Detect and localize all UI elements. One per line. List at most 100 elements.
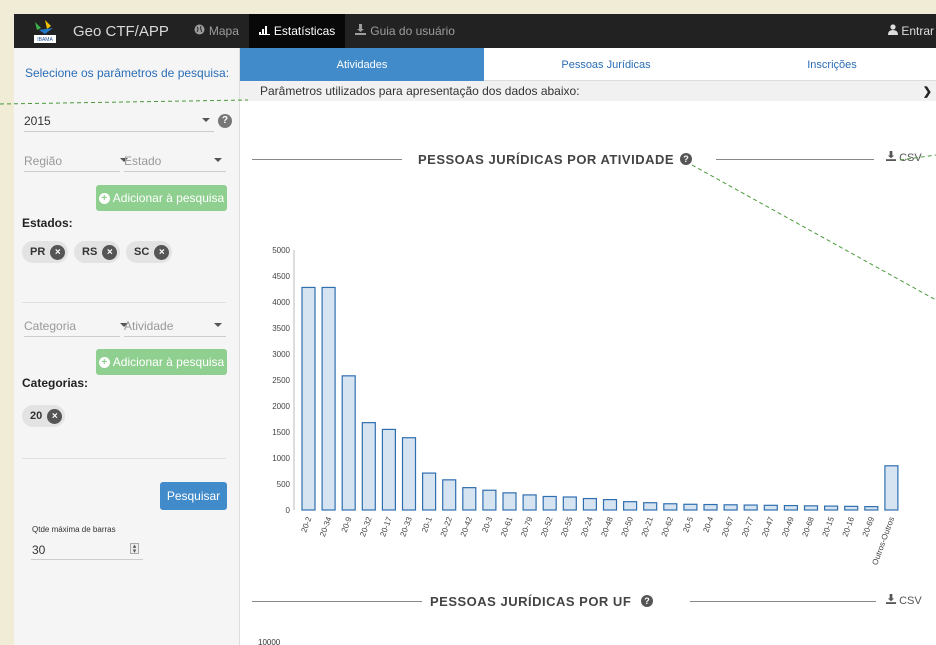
- bar[interactable]: [803, 505, 819, 511]
- help-icon[interactable]: ?: [680, 153, 692, 165]
- state-placeholder: Estado: [124, 153, 162, 168]
- nav-estatisticas-label: Estatísticas: [273, 24, 336, 38]
- activity-select[interactable]: Atividade: [124, 315, 226, 337]
- y-tick-label: 3000: [272, 350, 290, 359]
- activity-placeholder: Atividade: [124, 318, 174, 333]
- search-button[interactable]: Pesquisar: [160, 482, 227, 510]
- sidebar-title: Selecione os parâmetros de pesquisa:: [24, 66, 230, 80]
- add-state-button[interactable]: + Adicionar à pesquisa: [96, 185, 227, 211]
- bar[interactable]: [663, 503, 678, 511]
- remove-icon[interactable]: ×: [50, 244, 66, 260]
- remove-icon[interactable]: ×: [154, 244, 170, 260]
- globe-icon: [194, 24, 205, 38]
- bar[interactable]: [482, 489, 497, 511]
- bar[interactable]: [442, 479, 457, 511]
- y-tick-label: 3500: [272, 324, 290, 333]
- bar[interactable]: [321, 286, 336, 511]
- bar[interactable]: [401, 437, 417, 511]
- states-label: Estados:: [22, 216, 73, 230]
- state-chip-sc[interactable]: SC ×: [126, 241, 173, 263]
- bar[interactable]: [562, 496, 577, 511]
- bar[interactable]: [884, 465, 899, 511]
- chevron-down-icon[interactable]: ❯: [923, 85, 932, 98]
- max-bars-label: Qtde máxima de barras: [32, 525, 116, 534]
- state-chip-pr[interactable]: PR ×: [22, 241, 69, 263]
- divider: [22, 458, 226, 459]
- y-tick-label: 0: [286, 506, 291, 515]
- bar[interactable]: [783, 504, 799, 511]
- bar[interactable]: [623, 501, 638, 511]
- bar[interactable]: [502, 492, 517, 511]
- tab-pessoas-juridicas[interactable]: Pessoas Jurídicas: [484, 48, 728, 81]
- brand[interactable]: IBAMA Geo CTF/APP: [14, 14, 184, 48]
- bar[interactable]: [462, 487, 477, 511]
- bar[interactable]: [301, 286, 316, 511]
- state-select[interactable]: Estado: [124, 150, 226, 172]
- chevron-down-icon: [214, 158, 222, 162]
- bar[interactable]: [341, 375, 356, 511]
- bar[interactable]: [361, 422, 376, 511]
- plus-icon: +: [98, 192, 110, 204]
- tab-atividades[interactable]: Atividades: [240, 48, 484, 81]
- search-sidebar: Selecione os parâmetros de pesquisa: 201…: [14, 48, 240, 645]
- nav-guia-label: Guia do usuário: [370, 24, 455, 38]
- user-icon: [888, 24, 899, 38]
- x-tick-label: 20-21: [640, 515, 656, 538]
- params-bar[interactable]: Parâmetros utilizados para apresentação …: [240, 81, 936, 101]
- y-tick-label: 4000: [272, 298, 290, 307]
- help-icon[interactable]: ?: [218, 114, 232, 128]
- x-tick-label: 20-3: [480, 515, 494, 534]
- tab-bar: Atividades Pessoas Jurídicas Inscrições: [240, 48, 936, 81]
- nav-guia[interactable]: Guia do usuário: [345, 14, 465, 48]
- bar[interactable]: [763, 504, 778, 511]
- x-tick-label: 20-50: [620, 515, 636, 538]
- category-select[interactable]: Categoria: [24, 315, 128, 337]
- bar[interactable]: [422, 472, 437, 511]
- x-tick-label: 20-52: [539, 515, 555, 538]
- download-icon: [886, 151, 899, 164]
- bar[interactable]: [381, 428, 396, 511]
- bar[interactable]: [703, 503, 718, 511]
- bar[interactable]: [864, 506, 879, 511]
- login-label: Entrar: [901, 24, 934, 38]
- category-chip-20[interactable]: 20 ×: [22, 405, 66, 427]
- x-tick-label: 20-2: [299, 515, 313, 534]
- x-tick-label: 20-62: [660, 515, 676, 538]
- chart2-y-tick: 10000: [258, 638, 281, 645]
- main-content: Atividades Pessoas Jurídicas Inscrições …: [240, 48, 936, 645]
- region-select[interactable]: Região: [24, 150, 128, 172]
- bar[interactable]: [643, 502, 658, 511]
- x-tick-label: 20-33: [398, 515, 414, 538]
- bar[interactable]: [683, 503, 698, 511]
- csv-download-link[interactable]: CSV: [886, 594, 922, 607]
- y-tick-label: 5000: [272, 246, 290, 255]
- nav-estatisticas[interactable]: Estatísticas: [248, 14, 346, 48]
- stepper-icon[interactable]: ▴ ▾: [130, 543, 139, 555]
- year-select[interactable]: 2015: [24, 110, 214, 132]
- x-tick-label: 20-77: [740, 515, 756, 538]
- bar[interactable]: [542, 495, 557, 511]
- y-tick-label: 1500: [272, 428, 290, 437]
- x-tick-label: 20-79: [519, 515, 535, 538]
- bar[interactable]: [844, 505, 859, 511]
- add-state-label: Adicionar à pesquisa: [112, 191, 225, 205]
- bar[interactable]: [522, 494, 537, 511]
- bar[interactable]: [723, 504, 738, 511]
- max-bars-input[interactable]: 30 ▴ ▾: [31, 540, 143, 560]
- remove-icon[interactable]: ×: [47, 408, 63, 424]
- remove-icon[interactable]: ×: [102, 244, 118, 260]
- state-chip-rs[interactable]: RS ×: [74, 241, 121, 263]
- tab-inscricoes[interactable]: Inscrições: [728, 48, 936, 81]
- login-link[interactable]: Entrar: [888, 24, 936, 38]
- add-category-button[interactable]: + Adicionar à pesquisa: [96, 349, 227, 375]
- title-rule-left: [252, 159, 402, 160]
- bar[interactable]: [743, 504, 758, 511]
- x-tick-label: 20-42: [459, 515, 475, 538]
- csv-download-link[interactable]: CSV: [886, 151, 922, 164]
- bar[interactable]: [602, 499, 618, 511]
- bar[interactable]: [582, 497, 597, 511]
- nav-mapa[interactable]: Mapa: [184, 14, 249, 48]
- help-icon[interactable]: ?: [641, 595, 653, 607]
- bar[interactable]: [823, 505, 839, 511]
- download-icon: [886, 594, 899, 607]
